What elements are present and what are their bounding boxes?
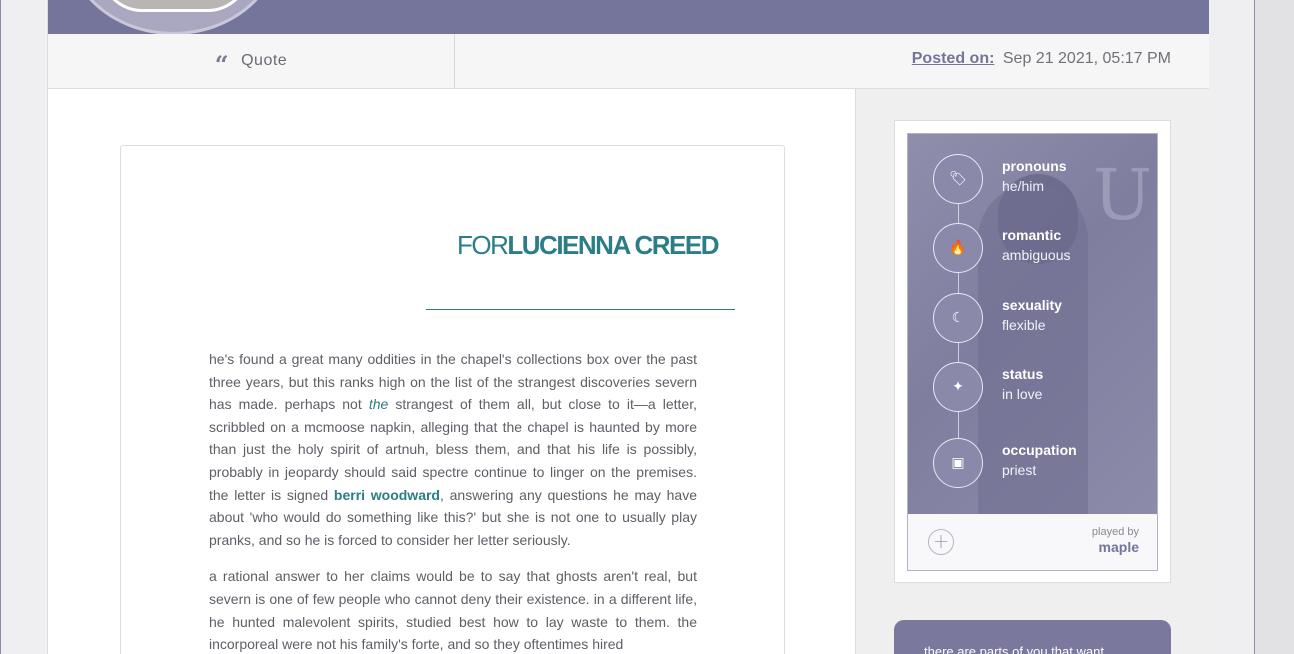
- stat-value: in love: [1002, 386, 1043, 402]
- stat-value: flexible: [1002, 317, 1046, 333]
- profile-banner: [48, 0, 1209, 34]
- character-quote-box: there are parts of you that want: [894, 620, 1171, 654]
- stat-sexuality: ☾ sexuality flexible: [933, 293, 1153, 345]
- emphasis-text: the: [368, 396, 389, 413]
- sparkle-icon: ✦: [933, 362, 983, 412]
- title-prefix: FOR: [457, 230, 509, 260]
- quote-label: Quote: [241, 52, 288, 69]
- stat-label: status: [1002, 366, 1044, 382]
- profile-sidebar: U 🏷 pronouns he/him 🔥 romantic ambiguous…: [855, 89, 1209, 654]
- quote-icon: “: [214, 50, 230, 79]
- briefcase-icon: ▣: [933, 438, 983, 488]
- stat-value: he/him: [1002, 178, 1045, 194]
- stat-status: ✦ status in love: [933, 362, 1153, 414]
- post-content-card: FORLUCIENNA CREED he's found a great man…: [120, 145, 785, 654]
- post-title: FORLUCIENNA CREED: [121, 230, 719, 261]
- stat-label: pronouns: [1002, 158, 1067, 174]
- paragraph-1: he's found a great many oddities in the …: [209, 348, 697, 551]
- profile-card: U 🏷 pronouns he/him 🔥 romantic ambiguous…: [894, 120, 1171, 583]
- title-divider: [426, 309, 735, 310]
- title-name: LUCIENNA CREED: [507, 230, 719, 260]
- played-by-label: played by: [1091, 526, 1139, 538]
- stat-label: romantic: [1002, 227, 1062, 243]
- post-meta-bar: “ Quote Posted on: Sep 21 2021, 05:17 PM: [48, 34, 1209, 89]
- tag-icon: 🏷: [933, 154, 983, 204]
- posted-on-link[interactable]: Posted on:: [912, 50, 995, 67]
- stat-romantic: 🔥 romantic ambiguous: [933, 223, 1153, 275]
- post-container: “ Quote Posted on: Sep 21 2021, 05:17 PM…: [47, 0, 1209, 654]
- page-gutter: [1256, 0, 1294, 654]
- stat-value: ambiguous: [1002, 247, 1071, 263]
- paragraph-2: a rational answer to her claims would be…: [209, 568, 697, 653]
- stat-occupation: ▣ occupation priest: [933, 438, 1153, 490]
- posted-date-value: Sep 21 2021, 05:17 PM: [1002, 50, 1171, 67]
- post-body: he's found a great many oddities in the …: [209, 348, 697, 654]
- character-link[interactable]: berri woodward: [334, 487, 440, 503]
- profile-card-footer: + played by maple: [908, 514, 1157, 570]
- moon-icon: ☾: [933, 293, 983, 343]
- quote-button[interactable]: “ Quote: [48, 34, 455, 88]
- stat-value: priest: [1002, 462, 1037, 478]
- expand-plus-icon[interactable]: +: [928, 529, 954, 555]
- post-date: Posted on: Sep 21 2021, 05:17 PM: [912, 50, 1171, 68]
- stat-pronouns: 🏷 pronouns he/him: [933, 154, 1153, 206]
- flame-icon: 🔥: [933, 223, 983, 273]
- stat-label: occupation: [1002, 442, 1077, 458]
- profile-card-inner: U 🏷 pronouns he/him 🔥 romantic ambiguous…: [907, 133, 1158, 571]
- character-image: U 🏷 pronouns he/him 🔥 romantic ambiguous…: [908, 134, 1157, 514]
- player-name[interactable]: maple: [1099, 539, 1139, 555]
- stat-label: sexuality: [1002, 297, 1062, 313]
